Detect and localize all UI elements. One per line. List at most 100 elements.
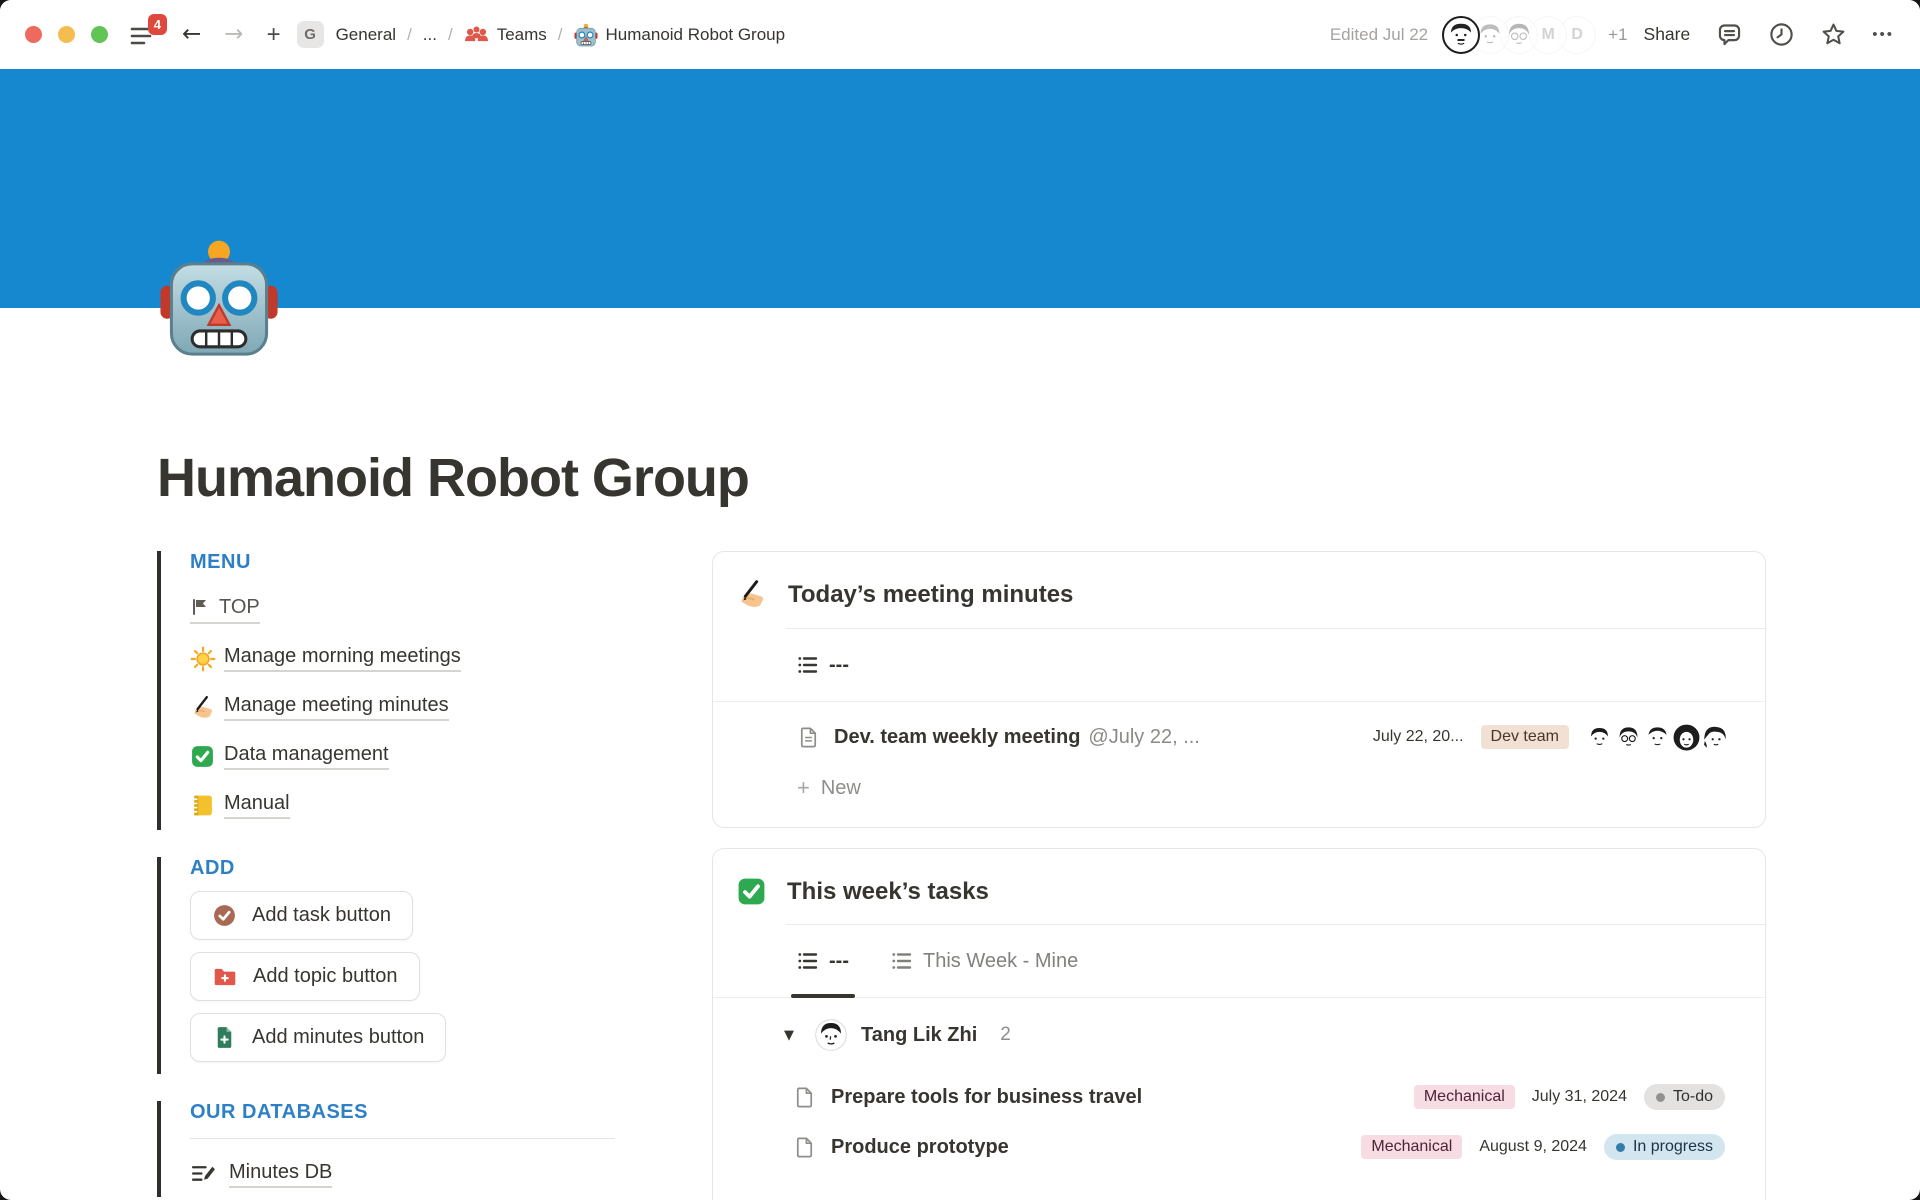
new-tab-button[interactable]: +: [267, 23, 281, 47]
task-row[interactable]: Produce prototype Mechanical August 9, 2…: [713, 1122, 1765, 1172]
weekly-tasks-card-title: This week’s tasks: [787, 878, 989, 906]
workspace-chip[interactable]: G: [297, 21, 324, 48]
minutes-db-link[interactable]: Minutes DB: [190, 1151, 627, 1197]
menu-item-top[interactable]: TOP: [190, 585, 627, 634]
add-section: ADD Add task button: [157, 857, 627, 1074]
attendee-avatar: [1644, 724, 1671, 751]
page-robot-emoji[interactable]: [158, 237, 280, 359]
file-plus-icon: [212, 1025, 237, 1050]
databases-divider: [190, 1138, 615, 1139]
more-options-icon[interactable]: •••: [1872, 26, 1894, 43]
meeting-date-mention: @July 22, ...: [1088, 726, 1199, 749]
list-view-icon: [891, 950, 913, 972]
plus-icon: +: [797, 775, 810, 801]
task-tag: Mechanical: [1361, 1135, 1462, 1159]
list-view-icon: [797, 950, 819, 972]
assignee-avatar: [815, 1019, 847, 1051]
add-heading: ADD: [190, 857, 627, 880]
task-title: Prepare tools for business travel: [831, 1086, 1142, 1109]
notion-window: 4 ← → + G General / ... /: [0, 0, 1920, 1200]
menu-section: MENU TOP: [157, 551, 627, 830]
presence-avatars: M D: [1442, 16, 1596, 54]
menu-heading: MENU: [190, 551, 627, 574]
minimize-window-button[interactable]: [58, 26, 75, 43]
group-task-count: 2: [1000, 1024, 1011, 1046]
close-window-button[interactable]: [25, 26, 42, 43]
breadcrumb-ellipsis[interactable]: ...: [423, 25, 437, 45]
attendee-avatar: [1673, 724, 1700, 751]
menu-item-manual[interactable]: Manual: [190, 781, 627, 830]
check-mark-emoji-icon: [736, 876, 767, 907]
meeting-row[interactable]: Dev. team weekly meeting @July 22, ... J…: [713, 711, 1765, 763]
check-mark-emoji-icon: [190, 744, 224, 769]
comments-icon[interactable]: [1716, 21, 1743, 48]
meeting-minutes-card-title: Today’s meeting minutes: [788, 581, 1073, 609]
window-titlebar: 4 ← → + G General / ... /: [0, 0, 1920, 69]
add-topic-button[interactable]: Add topic button: [190, 952, 420, 1001]
weekly-tasks-card: This week’s tasks: [712, 848, 1766, 1200]
ledger-emoji-icon: [190, 793, 224, 818]
attendee-avatar: [1586, 724, 1613, 751]
assignee-group-row[interactable]: ▼ Tang Lik Zhi 2: [713, 998, 1765, 1072]
page-icon: [793, 1086, 816, 1109]
databases-heading: OUR DATABASES: [190, 1101, 627, 1124]
task-date: August 9, 2024: [1479, 1138, 1587, 1156]
teams-people-icon: [464, 23, 489, 46]
forward-button[interactable]: →: [224, 23, 243, 46]
sun-emoji-icon: [190, 646, 224, 672]
page-icon: [793, 1136, 816, 1159]
flag-icon: [190, 597, 210, 617]
tasks-view-tab-this-week-mine[interactable]: This Week - Mine: [891, 925, 1078, 997]
sidebar-toggle-icon[interactable]: 4: [129, 21, 159, 49]
cover-image[interactable]: [0, 69, 1920, 308]
attendee-avatar: [1615, 724, 1642, 751]
traffic-lights: [25, 26, 108, 43]
databases-section: OUR DATABASES Minutes DB: [157, 1101, 627, 1197]
writing-hand-emoji-icon: [736, 579, 768, 611]
list-view-icon: [797, 654, 819, 676]
breadcrumb-current-page[interactable]: Humanoid Robot Group: [574, 23, 786, 47]
share-button[interactable]: Share: [1644, 24, 1691, 45]
meeting-title: Dev. team weekly meeting: [834, 726, 1080, 749]
page-icon: [797, 726, 820, 749]
folder-plus-icon: [212, 964, 238, 990]
check-circle-icon: [212, 903, 237, 928]
menu-item-morning-meetings[interactable]: Manage morning meetings: [190, 634, 627, 683]
status-dot: [1616, 1143, 1625, 1152]
collapse-triangle-icon[interactable]: ▼: [784, 1028, 794, 1043]
back-button[interactable]: ←: [182, 23, 201, 46]
add-task-button[interactable]: Add task button: [190, 891, 413, 940]
page-title[interactable]: Humanoid Robot Group: [157, 447, 1766, 509]
task-status-badge: To-do: [1644, 1084, 1725, 1110]
breadcrumb: General / ... / Teams /: [336, 23, 785, 47]
breadcrumb-teams[interactable]: Teams: [464, 23, 547, 46]
writing-hand-emoji-icon: [190, 695, 224, 721]
status-dot: [1656, 1093, 1665, 1102]
attendee-avatars: [1586, 724, 1729, 751]
task-date: July 31, 2024: [1532, 1088, 1627, 1106]
breadcrumb-general[interactable]: General: [336, 25, 396, 45]
task-title: Produce prototype: [831, 1136, 1009, 1159]
meeting-minutes-card: Today’s meeting minutes: [712, 551, 1766, 828]
tasks-view-tab-default[interactable]: ---: [797, 925, 849, 997]
menu-item-meeting-minutes[interactable]: Manage meeting minutes: [190, 683, 627, 732]
avatar-active-user[interactable]: [1442, 16, 1480, 54]
assignee-name: Tang Lik Zhi: [861, 1024, 977, 1047]
meeting-date-cell: July 22, 20...: [1373, 728, 1464, 746]
zoom-window-button[interactable]: [91, 26, 108, 43]
task-tag: Mechanical: [1414, 1085, 1515, 1109]
favorite-star-icon[interactable]: [1820, 21, 1847, 48]
inbox-badge: 4: [148, 14, 167, 35]
menu-item-data-management[interactable]: Data management: [190, 732, 627, 781]
page-menu-column: MENU TOP: [157, 551, 627, 1197]
task-row[interactable]: Prepare tools for business travel Mechan…: [713, 1072, 1765, 1122]
add-new-meeting-row[interactable]: + New: [713, 763, 1765, 813]
presence-overflow-count[interactable]: +1: [1608, 25, 1627, 45]
robot-emoji-icon: [574, 23, 598, 47]
team-tag: Dev team: [1481, 725, 1569, 749]
add-minutes-button[interactable]: Add minutes button: [190, 1013, 446, 1062]
attendee-avatar: [1702, 724, 1729, 751]
task-status-badge: In progress: [1604, 1134, 1725, 1160]
updates-clock-icon[interactable]: [1768, 21, 1795, 48]
minutes-view-tab[interactable]: ---: [797, 629, 849, 701]
